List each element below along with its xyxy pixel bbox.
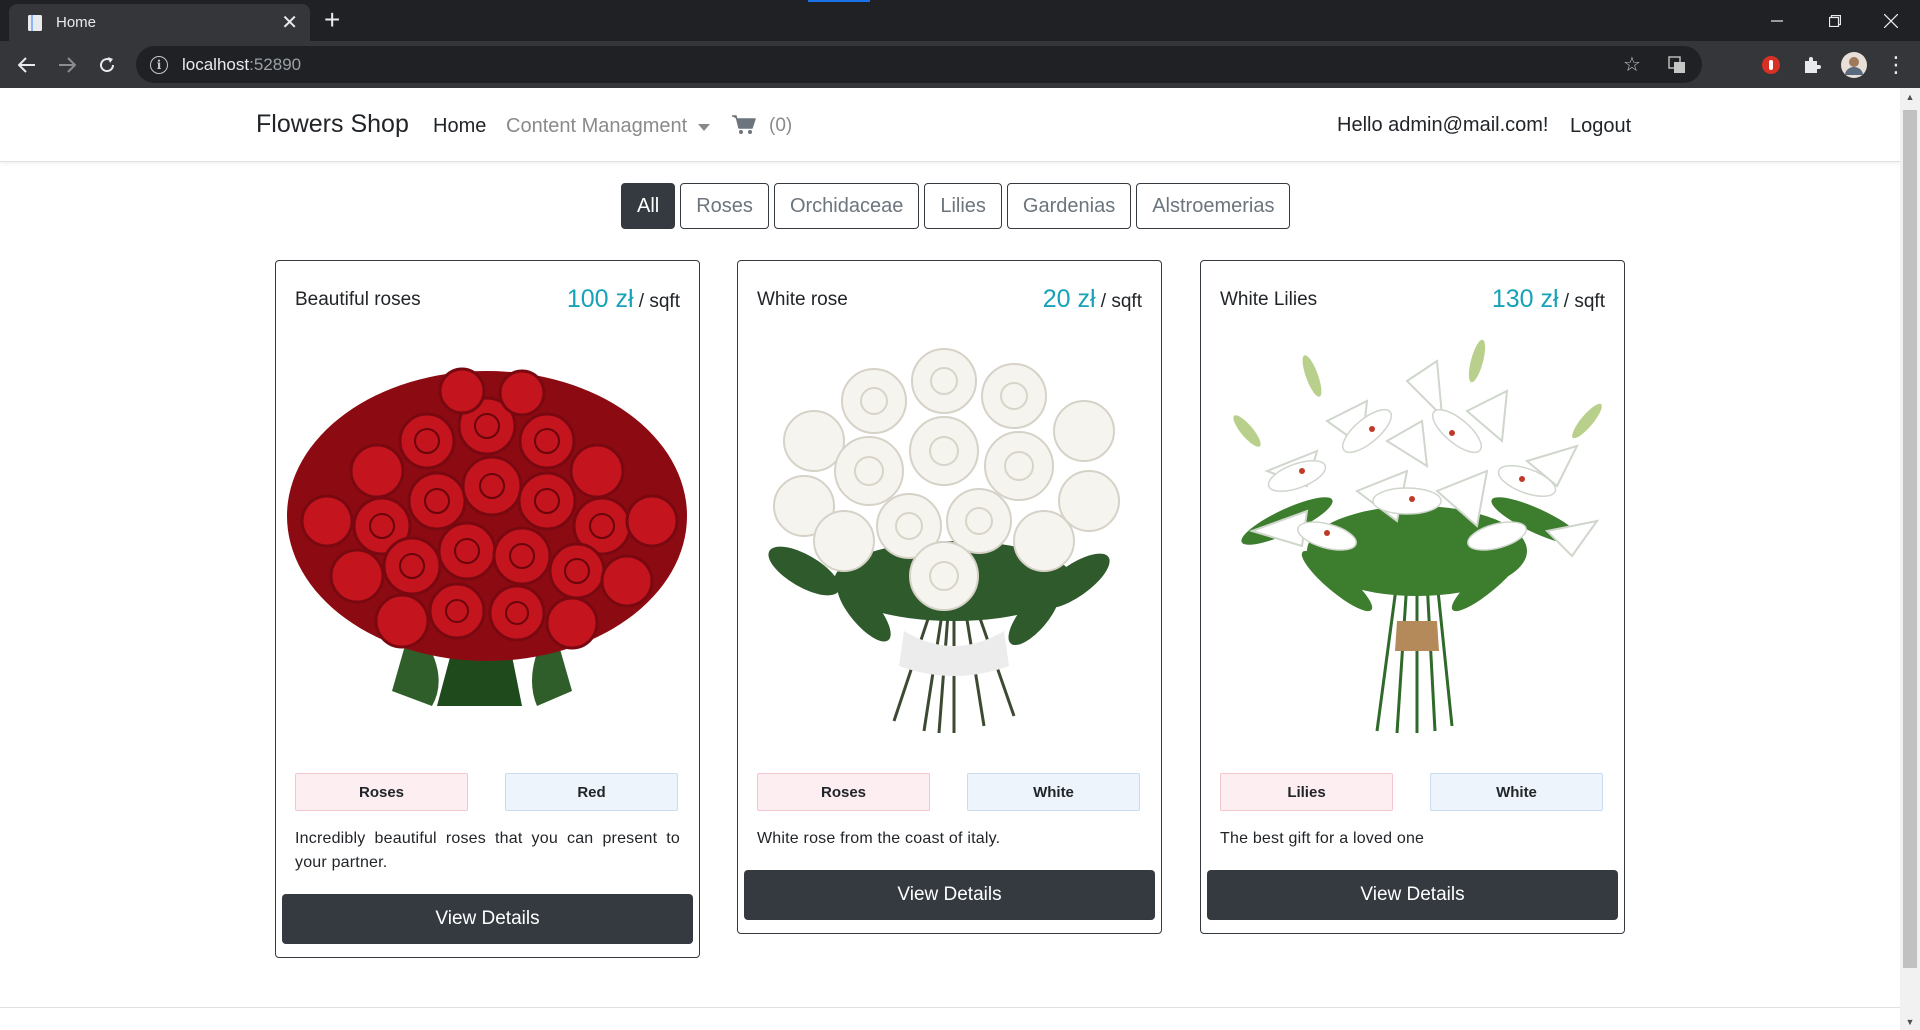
- scrollbar-thumb[interactable]: [1903, 110, 1917, 968]
- scroll-down-arrow-icon[interactable]: ▼: [1900, 1013, 1920, 1030]
- category-tag: Roses: [295, 773, 468, 811]
- view-details-button[interactable]: View Details: [1207, 870, 1618, 920]
- user-greeting-link[interactable]: Hello admin@mail.com!: [1337, 114, 1548, 137]
- product-price: 100 zł / sqft: [567, 285, 680, 314]
- filter-all-button[interactable]: All: [621, 183, 676, 229]
- browser-toolbar: i localhost:52890 ☆ ⋮: [0, 41, 1920, 88]
- content-management-label: Content Managment: [506, 115, 688, 137]
- forward-icon[interactable]: [47, 41, 87, 88]
- minimize-icon[interactable]: [1748, 0, 1806, 41]
- white-lilies-image: [1233, 339, 1602, 734]
- extensions-puzzle-icon[interactable]: [1792, 41, 1832, 88]
- product-card: White Lilies 130 zł / sqft Lilies White …: [1200, 260, 1625, 934]
- color-tag: White: [967, 773, 1140, 811]
- page-icon: [28, 14, 42, 31]
- white-roses-image: [768, 348, 1120, 734]
- product-description: The best gift for a loved one: [1220, 830, 1425, 847]
- profile-avatar[interactable]: [1834, 41, 1874, 88]
- logout-link[interactable]: Logout: [1570, 115, 1631, 138]
- back-icon[interactable]: [7, 41, 47, 88]
- color-tag: White: [1430, 773, 1603, 811]
- product-title: White rose: [757, 289, 848, 310]
- filter-roses-button[interactable]: Roses: [680, 183, 769, 229]
- tab-title: Home: [56, 14, 97, 31]
- red-roses-image: [287, 367, 687, 706]
- tab-indicator: [808, 0, 870, 2]
- translate-icon[interactable]: [1662, 46, 1692, 83]
- price-unit: / sqft: [1095, 291, 1142, 312]
- product-title: Beautiful roses: [295, 289, 421, 310]
- content-management-dropdown[interactable]: Content Managment: [506, 115, 711, 138]
- price-value: 100 zł: [566, 285, 634, 313]
- restore-icon[interactable]: [1806, 0, 1864, 41]
- reload-icon[interactable]: [87, 41, 127, 88]
- page: Flowers Shop Home Content Managment (0) …: [0, 88, 1900, 1030]
- filter-alstroemerias-button[interactable]: Alstroemerias: [1136, 183, 1291, 229]
- url-port: :52890: [249, 54, 302, 74]
- category-tag: Lilies: [1220, 773, 1393, 811]
- menu-kebab-icon[interactable]: ⋮: [1876, 41, 1916, 88]
- product-price: 130 zł / sqft: [1492, 285, 1605, 314]
- price-value: 20 zł: [1042, 285, 1096, 313]
- color-tag: Red: [505, 773, 678, 811]
- category-filter-group: All Roses Orchidaceae Lilies Gardenias A…: [621, 183, 1291, 229]
- chevron-down-icon: [698, 124, 711, 131]
- cart-link[interactable]: (0): [732, 113, 792, 137]
- url-host: localhost: [182, 54, 250, 74]
- bookmark-star-icon[interactable]: ☆: [1617, 46, 1647, 83]
- product-card: White rose 20 zł / sqft Roses White Whit…: [737, 260, 1162, 934]
- price-unit: / sqft: [1558, 291, 1605, 312]
- product-description: White rose from the coast of italy.: [757, 830, 1001, 847]
- product-price: 20 zł / sqft: [1043, 285, 1142, 314]
- product-title: White Lilies: [1220, 289, 1318, 310]
- product-card: Beautiful roses 100 zł / sqft Roses Red …: [275, 260, 700, 958]
- card-header: White Lilies 130 zł / sqft: [1220, 285, 1605, 317]
- browser-tab[interactable]: Home ✕: [9, 4, 310, 41]
- cart-icon: [732, 115, 756, 134]
- view-details-button[interactable]: View Details: [744, 870, 1155, 920]
- cart-count: (0): [769, 115, 793, 136]
- close-tab-icon[interactable]: ✕: [281, 13, 298, 33]
- site-info-icon[interactable]: i: [150, 55, 168, 74]
- scroll-up-arrow-icon[interactable]: ▲: [1900, 88, 1920, 105]
- footer-divider: [0, 1007, 1900, 1008]
- price-unit: / sqft: [633, 291, 680, 312]
- filter-orchidaceae-button[interactable]: Orchidaceae: [773, 183, 920, 229]
- price-value: 130 zł: [1491, 285, 1559, 313]
- filter-gardenias-button[interactable]: Gardenias: [1006, 183, 1132, 229]
- new-tab-icon[interactable]: +: [324, 6, 340, 34]
- nav-home-link[interactable]: Home: [433, 115, 486, 138]
- card-header: Beautiful roses 100 zł / sqft: [295, 285, 680, 317]
- site-navbar: Flowers Shop Home Content Managment (0) …: [0, 88, 1900, 162]
- card-header: White rose 20 zł / sqft: [757, 285, 1142, 317]
- browser-tabstrip: Home ✕ +: [0, 0, 1920, 41]
- category-tag: Roses: [757, 773, 930, 811]
- view-details-button[interactable]: View Details: [282, 894, 693, 944]
- address-bar[interactable]: i localhost:52890 ☆: [136, 46, 1702, 83]
- filter-lilies-button[interactable]: Lilies: [924, 183, 1002, 229]
- brand-link[interactable]: Flowers Shop: [256, 110, 409, 139]
- extension-red-icon[interactable]: [1751, 41, 1791, 88]
- page-scrollbar[interactable]: ▲ ▼: [1900, 88, 1920, 1030]
- close-window-icon[interactable]: [1862, 0, 1920, 41]
- product-description: Incredibly beautiful roses that you can …: [295, 830, 680, 871]
